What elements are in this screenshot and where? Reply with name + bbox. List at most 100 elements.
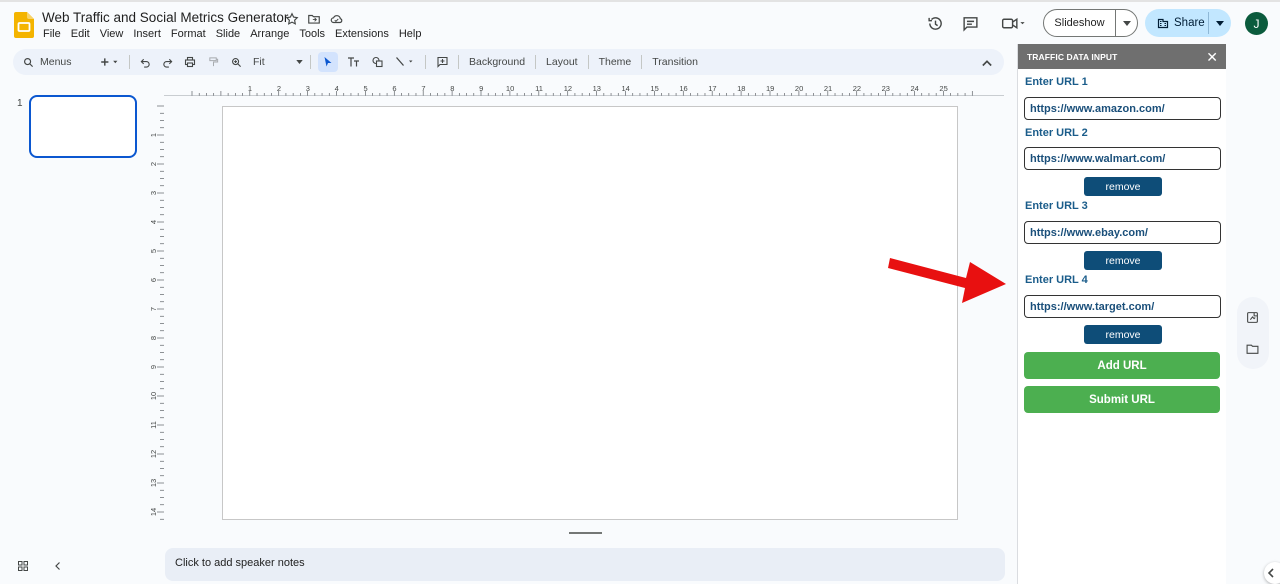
share-button[interactable]: Share [1145,9,1231,37]
menu-format[interactable]: Format [171,28,206,40]
background-button[interactable]: Background [463,56,531,68]
zoom-value: Fit [253,56,265,68]
chevron-down-icon [296,60,303,64]
ruler-h-label: 16 [679,84,687,93]
ruler-v-label: 12 [150,450,158,458]
notes-resize-handle[interactable] [569,532,602,534]
theme-button[interactable]: Theme [593,56,638,68]
menus-search[interactable]: Menus [23,52,93,72]
grid-view-icon[interactable] [17,559,29,577]
undo-icon[interactable] [137,52,153,72]
menu-arrange[interactable]: Arrange [250,28,289,40]
speaker-notes[interactable]: Click to add speaker notes [165,548,1005,581]
menu-file[interactable]: File [43,28,61,40]
url-4-input[interactable] [1024,295,1221,318]
menu-slide[interactable]: Slide [216,28,240,40]
slide-canvas[interactable] [222,106,958,520]
horizontal-ruler: 1 2 3 4 5 6 7 8 9 10 11 12 13 14 15 16 17 18 19 20 21 22 23 24 2… [164,84,1004,96]
text-box-icon[interactable] [344,52,362,72]
menu-insert[interactable]: Insert [133,28,161,40]
document-title[interactable]: Web Traffic and Social Metrics Generator [42,10,288,25]
comments-icon[interactable] [961,14,979,32]
url-1-input[interactable] [1024,97,1221,120]
zoom-icon[interactable] [227,52,245,72]
ruler-h-label: 11 [535,84,543,93]
menu-view[interactable]: View [100,28,124,40]
transition-button[interactable]: Transition [646,56,704,68]
ruler-h-label: 24 [911,84,919,93]
ruler-h-label: 9 [479,84,483,93]
zoom-select[interactable]: Fit [251,52,303,72]
expand-side-panel-button[interactable] [1264,562,1280,584]
submit-url-button[interactable]: Submit URL [1024,386,1220,413]
ruler-h-label: 18 [737,84,745,93]
addon-icon[interactable] [1246,311,1259,329]
folder-icon[interactable] [1246,342,1259,360]
ruler-h-label: 13 [593,84,601,93]
menu-bar: File Edit View Insert Format Slide Arran… [43,28,431,40]
slide-thumbnail[interactable] [29,95,137,158]
url-2-input[interactable] [1024,147,1221,170]
ruler-v-label: 11 [150,421,158,429]
ruler-v-label: 6 [150,278,158,282]
menu-help[interactable]: Help [399,28,422,40]
url-4-label: Enter URL 4 [1025,274,1088,286]
menu-extensions[interactable]: Extensions [335,28,389,40]
line-tool-icon[interactable] [392,52,418,72]
ruler-v-label: 2 [150,162,158,166]
ruler-v-label: 8 [150,336,158,340]
vertical-ruler: 1234567891011121314 [150,105,164,520]
collapse-toolbar-icon[interactable] [982,54,992,72]
paint-format-icon[interactable] [205,52,221,72]
new-slide-button[interactable] [96,52,122,72]
move-folder-icon[interactable] [306,11,322,27]
meet-icon[interactable] [998,14,1030,32]
url-3-input[interactable] [1024,221,1221,244]
shape-icon[interactable] [368,52,386,72]
version-history-icon[interactable] [926,14,944,32]
layout-button[interactable]: Layout [540,56,584,68]
remove-url-4-button[interactable]: remove [1084,325,1162,344]
slideshow-label[interactable]: Slideshow [1044,10,1116,36]
add-url-button[interactable]: Add URL [1024,352,1220,379]
add-comment-icon[interactable] [433,52,451,72]
slideshow-dropdown-icon[interactable] [1116,20,1137,26]
star-icon[interactable] [284,11,300,27]
collapse-filmstrip-icon[interactable] [52,559,64,577]
ruler-v-label: 7 [150,307,158,311]
ruler-v-label: 5 [150,249,158,253]
slides-logo-icon[interactable] [14,12,34,38]
side-panel-strip [1237,297,1269,369]
cloud-status-icon[interactable] [328,11,344,27]
remove-url-2-button[interactable]: remove [1084,177,1162,196]
ruler-h-label: 10 [506,84,514,93]
account-avatar[interactable]: J [1245,12,1268,35]
redo-icon[interactable] [159,52,175,72]
plus-icon [101,58,118,66]
print-icon[interactable] [181,52,199,72]
chevron-left-icon [1267,568,1274,578]
slideshow-button[interactable]: Slideshow [1043,9,1138,37]
share-building-icon [1157,18,1169,29]
ruler-h-label: 19 [766,84,774,93]
ruler-h-label: 23 [882,84,890,93]
ruler-h-label: 4 [335,84,339,93]
close-icon[interactable]: ✕ [1206,50,1218,64]
menus-search-label: Menus [40,56,72,68]
ruler-v-label: 1 [150,133,158,137]
red-arrow-annotation [888,258,1006,303]
ruler-h-label: 20 [795,84,803,93]
ruler-h-label: 8 [450,84,454,93]
ruler-h-label: 17 [708,84,716,93]
menu-edit[interactable]: Edit [71,28,90,40]
ruler-v-label: 14 [150,508,158,516]
remove-url-3-button[interactable]: remove [1084,251,1162,270]
menu-tools[interactable]: Tools [299,28,325,40]
ruler-h-label: 2 [277,84,281,93]
ruler-h-label: 5 [364,84,368,93]
url-3-label: Enter URL 3 [1025,200,1088,212]
select-tool-icon[interactable] [318,52,338,72]
share-dropdown-icon[interactable] [1209,20,1231,26]
ruler-h-label: 22 [853,84,861,93]
share-label: Share [1174,17,1205,29]
